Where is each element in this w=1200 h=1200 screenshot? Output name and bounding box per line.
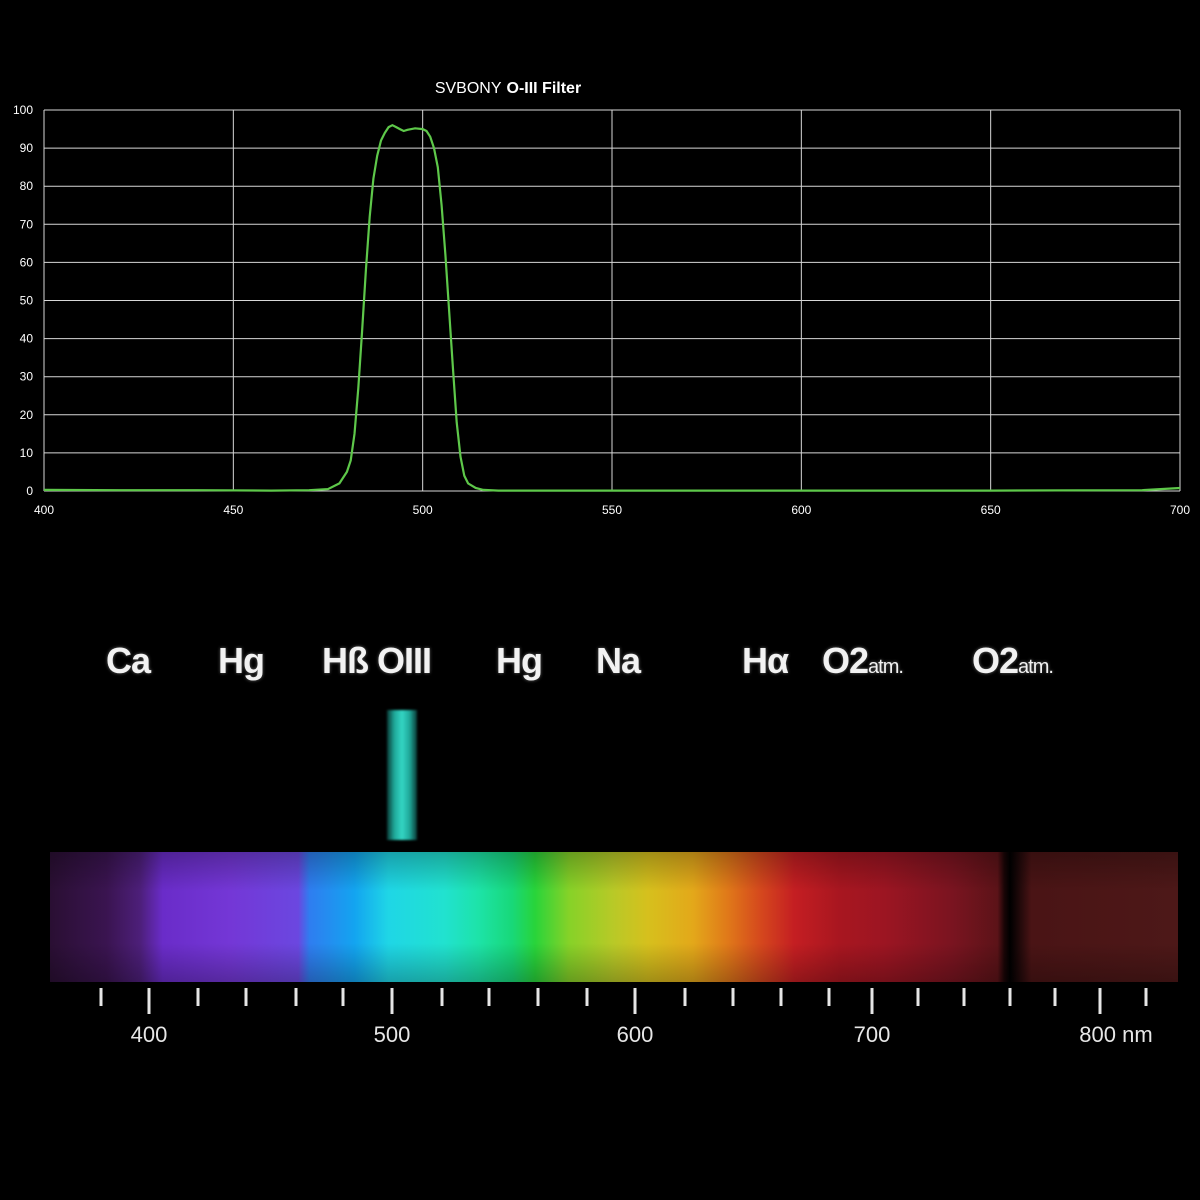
line-label-o2-atm-1: O2atm.: [822, 640, 904, 681]
y-tick-label-6: 60: [20, 255, 34, 269]
y-tick-label-0: 0: [26, 484, 33, 498]
x-tick-label-3: 550: [602, 503, 622, 517]
line-label-o2-atm-2: O2atm.: [972, 640, 1054, 681]
line-label-hb-oiii: Hß OIII: [322, 640, 432, 681]
spectrum-axis-label-500: 500: [374, 1022, 411, 1047]
y-axis-ticks: 0 10 20 30 40 50 60 70 80 90 100: [13, 103, 33, 498]
line-label-ca: Ca: [106, 640, 151, 681]
x-tick-label-4: 600: [791, 503, 811, 517]
line-label-hg-2: Hg: [496, 640, 543, 681]
grid: [43, 109, 1181, 492]
y-tick-label-1: 10: [20, 446, 34, 460]
x-axis-ticks: 400 450 500 550 600 650 700: [34, 503, 1190, 517]
x-tick-label-2: 500: [413, 503, 433, 517]
transmission-chart: SVBONY O-III Filter 0 10 20 30 40 50 60 70 80 90 10…: [0, 48, 1200, 532]
x-tick-label-5: 650: [981, 503, 1001, 517]
x-tick-label-6: 700: [1170, 503, 1190, 517]
visible-spectrum-band: [50, 852, 1178, 982]
y-tick-label-3: 30: [20, 370, 34, 384]
chart-title-product: O-III Filter: [507, 80, 582, 97]
y-tick-label-2: 20: [20, 408, 34, 422]
y-tick-label-9: 90: [20, 141, 34, 155]
spectrum-axis-label-400: 400: [131, 1022, 168, 1047]
spectrum-axis-label-800: 800 nm: [1079, 1022, 1152, 1047]
x-tick-label-1: 450: [223, 503, 243, 517]
spectrum-axis-label-600: 600: [617, 1022, 654, 1047]
spectrum-axis-label-700: 700: [854, 1022, 891, 1047]
chart-title-brand: SVBONY: [435, 80, 502, 97]
line-label-halpha: Hα: [742, 640, 789, 681]
spectrum-reference: Ca Hg Hß OIII Hg Na Hα O2atm. O2atm. 400…: [0, 640, 1200, 1200]
x-tick-label-0: 400: [34, 503, 54, 517]
y-tick-label-10: 100: [13, 103, 33, 117]
y-tick-label-4: 40: [20, 332, 34, 346]
y-tick-label-5: 50: [20, 294, 34, 308]
transmission-chart-svg: SVBONY O-III Filter 0 10 20 30 40 50 60 70 80 90 10…: [13, 80, 1190, 517]
y-tick-label-8: 80: [20, 179, 34, 193]
y-tick-label-7: 70: [20, 217, 34, 231]
spectrum-wavelength-axis: 400 500 600 700 800 nm: [99, 988, 1153, 1047]
chart-title: SVBONY O-III Filter: [435, 80, 581, 97]
line-label-hg-1: Hg: [218, 640, 265, 681]
oiii-emission-line: [387, 710, 417, 840]
line-label-na: Na: [596, 640, 641, 681]
